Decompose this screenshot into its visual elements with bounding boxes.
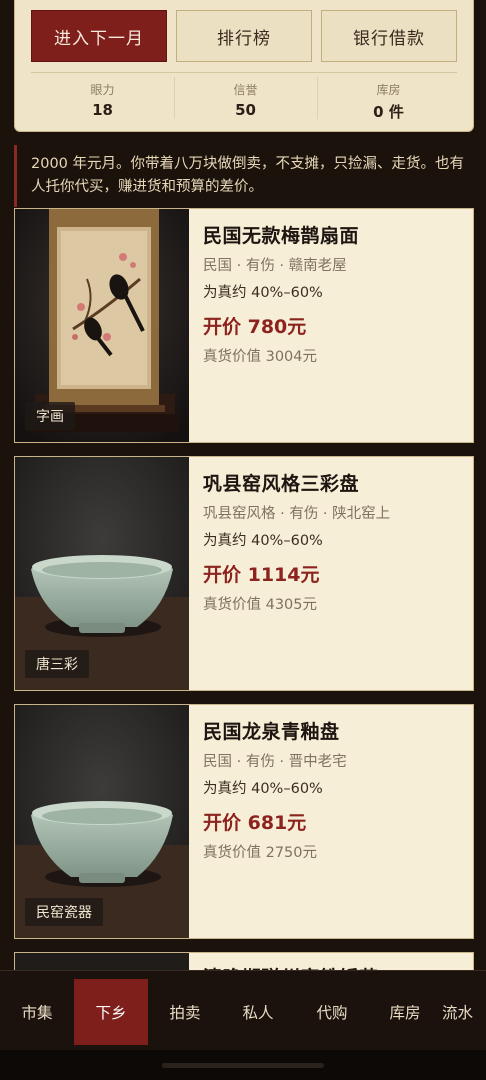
item-price: 开价 1114元 [203, 564, 320, 586]
item-card[interactable]: 唐三彩 巩县窑风格三彩盘 巩县窑风格 · 有伤 · 陕北窑上 为真约 40%–6… [14, 456, 474, 691]
top-panel: 进入下一月 排行榜 银行借款 眼力 18 信誉 50 库房 0 件 [14, 0, 474, 132]
item-meta: 民国 · 有伤 · 晋中老宅 [203, 754, 347, 770]
item-price: 开价 681元 [203, 812, 307, 834]
stat-reputation: 信誉 50 [174, 81, 317, 119]
item-image: 民窑瓷器 [15, 705, 189, 938]
stat-value: 18 [92, 101, 113, 119]
category-badge: 唐三彩 [25, 650, 89, 678]
divider [31, 72, 457, 73]
leaderboard-button[interactable]: 排行榜 [176, 10, 312, 62]
nav-item-market[interactable]: 市集 [0, 979, 74, 1045]
item-image: 唐三彩 [15, 457, 189, 690]
nav-item-private[interactable]: 私人 [221, 979, 295, 1045]
bank-loan-button[interactable]: 银行借款 [321, 10, 457, 62]
item-image: 字画 [15, 209, 189, 442]
item-info: 巩县窑风格三彩盘 巩县窑风格 · 有伤 · 陕北窑上 为真约 40%–60% 开… [203, 469, 465, 614]
next-month-button[interactable]: 进入下一月 [31, 10, 167, 62]
stat-label: 眼力 [90, 83, 115, 97]
item-card[interactable]: 民窑瓷器 民国龙泉青釉盘 民国 · 有伤 · 晋中老宅 为真约 40%–60% … [14, 704, 474, 939]
story-notice: 2000 年元月。你带着八万块做倒卖，不支摊，只捡漏、走货。也有人托你代买，赚进… [14, 145, 474, 207]
stat-label: 库房 [376, 83, 401, 97]
item-title: 民国无款梅鹊扇面 [203, 225, 360, 247]
item-info: 民国无款梅鹊扇面 民国 · 有伤 · 赣南老屋 为真约 40%–60% 开价 7… [203, 221, 465, 366]
nav-item-proxy-buy[interactable]: 代购 [295, 979, 369, 1045]
bottom-nav: 市集 下乡 拍卖 私人 代购 库房 流水 [0, 970, 486, 1050]
item-price: 开价 780元 [203, 316, 307, 338]
item-real-value: 真货价值 3004元 [203, 349, 318, 365]
item-real-value: 真货价值 4305元 [203, 597, 318, 613]
item-title: 民国龙泉青釉盘 [203, 721, 340, 743]
stat-value: 0 件 [373, 103, 404, 121]
item-real-value: 真货价值 2750元 [203, 845, 318, 861]
stat-warehouse: 库房 0 件 [317, 81, 460, 122]
stat-eyesight: 眼力 18 [31, 81, 174, 119]
nav-item-countryside[interactable]: 下乡 [74, 979, 148, 1045]
item-authenticity: 为真约 40%–60% [203, 781, 323, 797]
nav-item-ledger[interactable]: 流水 [442, 979, 486, 1045]
category-badge: 民窑瓷器 [25, 898, 103, 926]
item-authenticity: 为真约 40%–60% [203, 533, 323, 549]
stat-value: 50 [235, 101, 256, 119]
nav-item-warehouse[interactable]: 库房 [368, 979, 442, 1045]
nav-item-auction[interactable]: 拍卖 [148, 979, 222, 1045]
item-authenticity: 为真约 40%–60% [203, 285, 323, 301]
item-meta: 巩县窑风格 · 有伤 · 陕北窑上 [203, 506, 391, 522]
item-meta: 民国 · 有伤 · 赣南老屋 [203, 258, 347, 274]
item-title: 巩县窑风格三彩盘 [203, 473, 360, 495]
stat-label: 信誉 [233, 83, 258, 97]
item-info: 民国龙泉青釉盘 民国 · 有伤 · 晋中老宅 为真约 40%–60% 开价 68… [203, 717, 465, 862]
home-indicator[interactable] [162, 1063, 324, 1068]
category-badge: 字画 [25, 402, 75, 430]
item-card[interactable]: 字画 民国无款梅鹊扇面 民国 · 有伤 · 赣南老屋 为真约 40%–60% 开… [14, 208, 474, 443]
